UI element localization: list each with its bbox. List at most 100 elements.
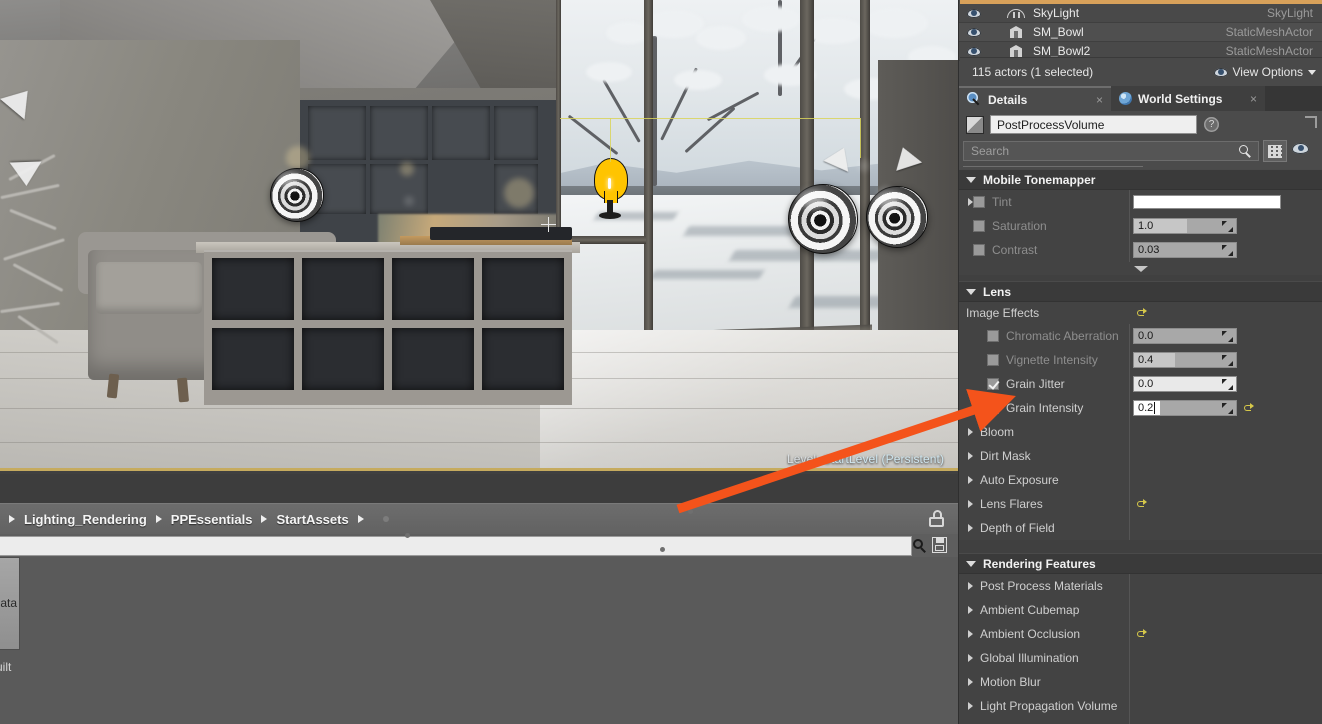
expand-more-button[interactable]	[959, 262, 1322, 275]
spinner-icon[interactable]	[1222, 245, 1233, 256]
actor-count-label: 115 actors (1 selected)	[972, 65, 1094, 79]
outliner-row-skylight[interactable]: SkyLight SkyLight	[959, 4, 1322, 23]
visibility-eye-icon[interactable]	[967, 27, 981, 37]
object-name-field[interactable]: PostProcessVolume	[990, 115, 1197, 134]
property-row-contrast[interactable]: Contrast 0.03	[959, 238, 1322, 262]
level-viewport[interactable]: Level: StartLevel (Persistent)	[0, 0, 958, 471]
property-row-global-illumination[interactable]: Global Illumination	[959, 646, 1322, 670]
property-row-bloom[interactable]: Bloom	[959, 420, 1322, 444]
breadcrumb-item-2[interactable]: StartAssets	[252, 504, 349, 534]
property-checkbox[interactable]	[987, 330, 999, 342]
chevron-right-icon[interactable]	[968, 452, 973, 460]
property-label: Tint	[992, 195, 1012, 209]
property-row-tint[interactable]: Tint	[959, 190, 1322, 214]
property-row-dirt-mask[interactable]: Dirt Mask	[959, 444, 1322, 468]
number-field[interactable]: 0.4	[1133, 352, 1237, 368]
chevron-right-icon[interactable]	[968, 524, 973, 532]
asset-card[interactable]: ata	[0, 557, 20, 650]
help-icon[interactable]: ?	[1204, 117, 1219, 132]
number-field[interactable]: 0.0	[1133, 328, 1237, 344]
property-row-depth-of-field[interactable]: Depth of Field	[959, 516, 1322, 540]
save-icon[interactable]	[932, 537, 947, 553]
search-icon[interactable]	[1239, 145, 1252, 158]
chevron-right-icon[interactable]	[968, 500, 973, 508]
chevron-right-icon[interactable]	[357, 515, 364, 523]
property-row-ambient-occlusion[interactable]: Ambient Occlusion	[959, 622, 1322, 646]
visibility-eye-icon[interactable]	[967, 8, 981, 18]
reflection-capture-sphere[interactable]	[866, 186, 928, 248]
outliner-row-sm-bowl[interactable]: SM_Bowl StaticMeshActor	[959, 23, 1322, 42]
point-light-actor-icon[interactable]	[589, 158, 631, 220]
grid-view-icon[interactable]	[1263, 140, 1287, 162]
property-checkbox[interactable]	[973, 196, 985, 208]
chevron-down-icon	[1134, 265, 1148, 272]
property-row-auto-exposure[interactable]: Auto Exposure	[959, 468, 1322, 492]
property-row-light-propagation-volume[interactable]: Light Propagation Volume	[959, 694, 1322, 718]
chevron-right-icon[interactable]	[968, 428, 973, 436]
close-icon[interactable]: ×	[1096, 93, 1103, 107]
property-label: Ambient Cubemap	[980, 603, 1080, 617]
property-checkbox[interactable]	[987, 378, 999, 390]
property-row-lens-flares[interactable]: Lens Flares	[959, 492, 1322, 516]
property-label: Lens Flares	[980, 497, 1043, 511]
property-row-vignette-intensity[interactable]: Vignette Intensity 0.4	[959, 348, 1322, 372]
property-list[interactable]: Mobile Tonemapper Tint Saturation 1.0 Co…	[959, 169, 1322, 724]
reset-to-default-icon[interactable]	[1137, 499, 1147, 509]
spinner-icon[interactable]	[1222, 221, 1233, 232]
content-browser-body[interactable]: ata uilt	[0, 509, 1275, 724]
number-field-editing[interactable]: 0.2	[1133, 400, 1237, 416]
scene-cabinet	[204, 250, 572, 405]
property-row-saturation[interactable]: Saturation 1.0	[959, 214, 1322, 238]
chevron-right-icon[interactable]	[968, 630, 973, 638]
subcategory-image-effects[interactable]: Image Effects	[959, 302, 1322, 324]
chevron-right-icon[interactable]	[968, 702, 973, 710]
chevron-right-icon[interactable]	[968, 654, 973, 662]
search-input[interactable]	[0, 536, 912, 556]
category-lens[interactable]: Lens	[959, 281, 1322, 302]
category-rendering-features[interactable]: Rendering Features	[959, 553, 1322, 574]
unlock-icon[interactable]	[929, 510, 944, 527]
search-icon[interactable]	[912, 538, 928, 554]
property-label: Ambient Occlusion	[980, 627, 1081, 641]
property-row-motion-blur[interactable]: Motion Blur	[959, 670, 1322, 694]
property-checkbox[interactable]	[973, 220, 985, 232]
view-options-button[interactable]: View Options	[1213, 65, 1316, 79]
close-icon[interactable]: ×	[1250, 92, 1257, 106]
property-row-post-process-materials[interactable]: Post Process Materials	[959, 574, 1322, 598]
property-row-screen-space-reflections[interactable]: Screen Space Reflections	[959, 718, 1322, 724]
visibility-eye-icon[interactable]	[967, 46, 981, 56]
category-gap	[959, 540, 1322, 553]
chevron-right-icon[interactable]	[968, 582, 973, 590]
number-field[interactable]: 1.0	[1133, 218, 1237, 234]
viewport-level-label: Level: StartLevel (Persistent)	[787, 452, 944, 466]
property-row-grain-jitter[interactable]: Grain Jitter 0.0	[959, 372, 1322, 396]
color-swatch[interactable]	[1133, 195, 1281, 209]
breadcrumb-item-1[interactable]: PPEssentials	[147, 504, 252, 534]
spinner-icon[interactable]	[1222, 379, 1233, 390]
reflection-capture-sphere[interactable]	[788, 184, 858, 254]
number-field[interactable]: 0.0	[1133, 376, 1237, 392]
reset-to-default-icon[interactable]	[1244, 403, 1254, 413]
visibility-eye-icon[interactable]	[1292, 143, 1309, 154]
number-field[interactable]: 0.03	[1133, 242, 1237, 258]
reset-to-default-icon[interactable]	[1137, 629, 1147, 639]
breadcrumb-item-0[interactable]: Lighting_Rendering	[0, 504, 147, 534]
spinner-icon[interactable]	[1222, 355, 1233, 366]
property-row-grain-intensity[interactable]: Grain Intensity 0.2	[959, 396, 1322, 420]
tab-details[interactable]: Details ×	[959, 86, 1111, 111]
property-checkbox[interactable]	[987, 402, 999, 414]
chevron-right-icon[interactable]	[968, 476, 973, 484]
category-mobile-tonemapper[interactable]: Mobile Tonemapper	[959, 169, 1322, 190]
chevron-right-icon[interactable]	[968, 678, 973, 686]
reset-to-default-icon[interactable]	[1137, 308, 1147, 318]
property-row-ambient-cubemap[interactable]: Ambient Cubemap	[959, 598, 1322, 622]
chevron-right-icon[interactable]	[968, 606, 973, 614]
property-checkbox[interactable]	[987, 354, 999, 366]
reflection-capture-sphere[interactable]	[270, 168, 324, 222]
spinner-icon[interactable]	[1222, 403, 1233, 414]
spinner-icon[interactable]	[1222, 331, 1233, 342]
property-row-chromatic-aberration[interactable]: Chromatic Aberration 0.0	[959, 324, 1322, 348]
property-checkbox[interactable]	[973, 244, 985, 256]
search-input[interactable]: Search	[963, 141, 1259, 161]
tab-world-settings[interactable]: World Settings ×	[1111, 86, 1265, 111]
